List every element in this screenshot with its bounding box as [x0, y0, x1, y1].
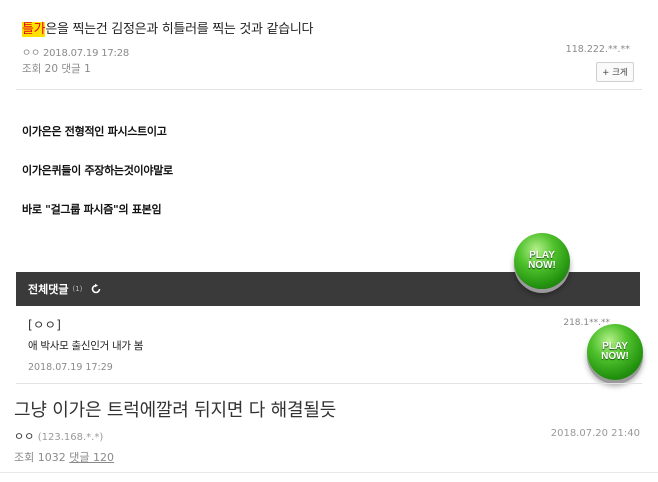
post-author: ㅇㅇ (123.168.*.*): [14, 428, 103, 444]
views-label: 조회: [14, 451, 35, 464]
comment-author[interactable]: [ㅇㅇ]: [28, 316, 61, 333]
play-now-label: PLAY NOW!: [528, 250, 556, 271]
author-ip: 118.222.**.**: [565, 44, 630, 55]
divider: [16, 383, 642, 384]
post-date: 2018.07.19 17:28: [42, 48, 130, 59]
refresh-icon[interactable]: [90, 283, 102, 295]
post-meta-author-date: ㅇㅇ 2018.07.19 17:28: [22, 44, 129, 59]
post-body-line: 바로 "걸그룹 파시즘"의 표본임: [22, 203, 162, 216]
play-now-ad-button[interactable]: PLAY NOW!: [587, 324, 643, 380]
post-date: 2018.07.20 21:40: [550, 428, 640, 439]
play-now-label: PLAY NOW!: [601, 341, 629, 362]
title-text: 은을 찍는건 김정은과 히틀러를 찍는 것과 같습니다: [45, 22, 314, 37]
zoom-button[interactable]: + 크게: [596, 62, 634, 82]
comment-text: 애 박사모 출신인거 내가 봄: [28, 340, 144, 352]
comments-header-count: (1): [72, 285, 83, 293]
comments-link[interactable]: 댓글 120: [69, 451, 114, 464]
comments-header: 전체댓글 (1): [28, 281, 102, 297]
views-count: 20: [44, 63, 59, 75]
post-body-line: 이가은퀴들이 주장하는것이야말로: [22, 164, 173, 177]
comments-count: 1: [84, 63, 91, 75]
post-stats: 조회 1032 댓글 120: [14, 449, 114, 465]
author-name[interactable]: ㅇㅇ: [22, 48, 40, 59]
play-now-ad-button[interactable]: PLAY NOW!: [514, 233, 570, 289]
comment-date: 2018.07.19 17:29: [28, 362, 113, 373]
comments-label: 댓글: [61, 63, 81, 75]
comments-header-label: 전체댓글: [28, 283, 69, 296]
post-body-line: 이가은은 전형적인 파시스트이고: [22, 125, 167, 138]
author-ip: (123.168.*.*): [37, 432, 104, 443]
views-count: 1032: [37, 451, 66, 464]
divider: [0, 472, 658, 473]
post-stats: 조회 20 댓글 1: [22, 61, 91, 76]
post-title[interactable]: 틀가은을 찍는건 김정은과 히틀러를 찍는 것과 같습니다: [22, 18, 313, 37]
post-title[interactable]: 그냥 이가은 트럭에깔려 뒤지면 다 해결될듯: [14, 396, 336, 422]
title-highlight: 틀가: [22, 22, 46, 37]
views-label: 조회: [22, 63, 42, 75]
author-name[interactable]: ㅇㅇ: [14, 430, 34, 443]
divider: [16, 89, 642, 90]
